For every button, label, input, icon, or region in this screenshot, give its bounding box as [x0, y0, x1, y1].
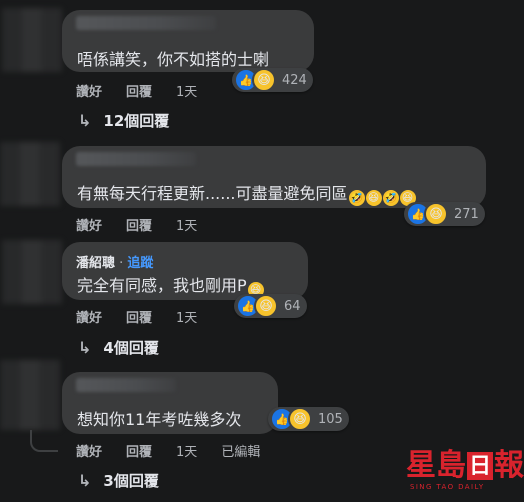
reaction-summary[interactable]: 👍 😆 271	[404, 202, 485, 226]
reaction-count: 105	[318, 411, 343, 427]
thread-connector-line	[30, 430, 58, 452]
comment-feed: 唔係講笑，你不如搭的士喇 👍 😆 424 讚好 回覆 1天 ↳ 12個回覆 有無…	[0, 0, 524, 502]
reply-button[interactable]: 回覆	[126, 307, 152, 326]
reply-arrow-icon: ↳	[78, 471, 92, 490]
view-replies-button[interactable]: ↳ 4個回覆	[78, 337, 159, 358]
reply-arrow-icon: ↳	[78, 111, 92, 130]
comment-bubble-3: 潘紹聰 · 追蹤 完全有同感，我也剛用P 😆	[62, 242, 308, 300]
reply-button[interactable]: 回覆	[126, 215, 152, 234]
logo-char: 報	[494, 448, 524, 483]
timestamp[interactable]: 1天	[176, 215, 197, 234]
author-name-blurred[interactable]	[76, 16, 216, 30]
reaction-count: 271	[454, 206, 479, 222]
like-button[interactable]: 讚好	[76, 81, 102, 100]
reaction-summary[interactable]: 👍 😆 424	[232, 68, 313, 92]
reply-button[interactable]: 回覆	[126, 81, 152, 100]
reaction-summary[interactable]: 👍 😆 105	[268, 407, 349, 431]
comment-text: 完全有同感，我也剛用P 😆	[77, 272, 264, 298]
view-replies-button[interactable]: ↳ 3個回覆	[78, 470, 159, 491]
avatar[interactable]	[2, 8, 62, 72]
haha-emoji-icon: 😆	[365, 190, 382, 206]
comment-bubble-2: 有無每天行程更新......可盡量避免同區 🤣 😆 🤣 😆	[62, 146, 486, 208]
timestamp[interactable]: 1天	[176, 81, 197, 100]
haha-reaction-icon: 😆	[288, 407, 312, 431]
logo-subtitle: SING TAO DAILY	[410, 483, 485, 491]
replies-count-label: 12個回覆	[103, 112, 170, 130]
edited-label: 已編輯	[221, 445, 261, 460]
reaction-count: 424	[282, 72, 307, 88]
reply-button[interactable]: 回覆	[126, 441, 152, 460]
haha-reaction-icon: 😆	[254, 294, 278, 318]
replies-count-label: 3個回覆	[103, 472, 159, 490]
comment-actions: 讚好 回覆 1天	[76, 215, 221, 234]
comment-actions: 讚好 回覆 1天	[76, 307, 221, 326]
comment-actions: 讚好 回覆 1天 已編輯	[76, 441, 284, 460]
logo-char: 星	[406, 448, 436, 483]
avatar[interactable]	[0, 142, 60, 206]
haha-reaction-icon: 😆	[424, 202, 448, 226]
rofl-emoji-icon: 🤣	[382, 190, 399, 206]
comment-author: 潘紹聰 · 追蹤	[76, 256, 154, 271]
follow-button[interactable]: 追蹤	[127, 256, 153, 271]
author-name[interactable]: 潘紹聰	[76, 256, 115, 271]
like-button[interactable]: 讚好	[76, 441, 102, 460]
reply-arrow-icon: ↳	[78, 338, 92, 357]
avatar[interactable]	[2, 240, 62, 304]
sing-tao-daily-logo: 星 島 日 報 SING TAO DAILY	[406, 448, 524, 494]
reaction-count: 64	[284, 298, 301, 314]
logo-char: 日	[467, 452, 494, 480]
comment-bubble-4: 想知你11年考咗幾多次	[62, 372, 278, 434]
like-button[interactable]: 讚好	[76, 307, 102, 326]
comment-text: 想知你11年考咗幾多次	[77, 410, 242, 429]
comment-text: 唔係講笑，你不如搭的士喇	[77, 50, 270, 69]
avatar[interactable]	[0, 360, 60, 430]
view-replies-button[interactable]: ↳ 12個回覆	[78, 110, 169, 131]
comment-bubble-1: 唔係講笑，你不如搭的士喇	[62, 10, 314, 72]
rofl-emoji-icon: 🤣	[348, 190, 365, 206]
timestamp[interactable]: 1天	[176, 441, 197, 460]
author-name-blurred[interactable]	[76, 152, 196, 166]
reaction-summary[interactable]: 👍 😆 64	[234, 294, 307, 318]
logo-char: 島	[436, 448, 466, 483]
author-name-blurred[interactable]	[76, 378, 176, 392]
comment-actions: 讚好 回覆 1天	[76, 81, 221, 100]
haha-reaction-icon: 😆	[252, 68, 276, 92]
replies-count-label: 4個回覆	[103, 339, 159, 357]
comment-text: 有無每天行程更新......可盡量避免同區 🤣 😆 🤣 😆	[77, 180, 416, 206]
timestamp[interactable]: 1天	[176, 307, 197, 326]
like-button[interactable]: 讚好	[76, 215, 102, 234]
